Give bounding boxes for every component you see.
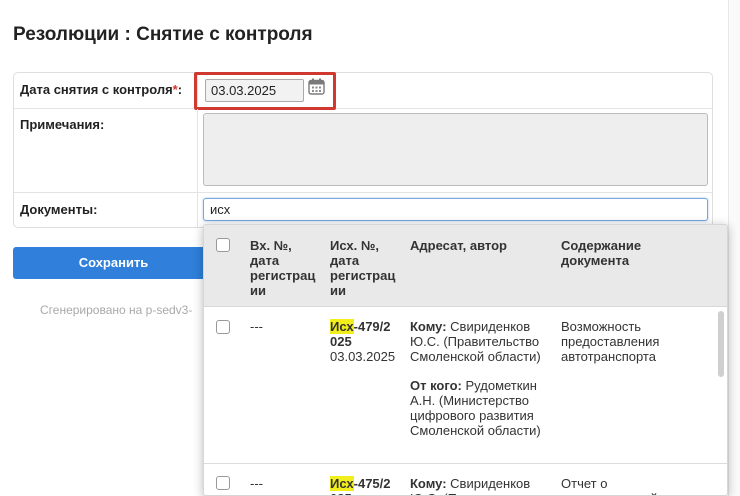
row-checkbox[interactable]	[216, 320, 230, 334]
col-addressee: Адресат, автор	[410, 238, 507, 253]
documents-label: Документы:	[20, 202, 98, 217]
date-row: Дата снятия с контроля*:	[14, 72, 712, 110]
row-incoming: ---	[250, 476, 263, 491]
resolution-form: Дата снятия с контроля*: Примечания: Док…	[13, 72, 713, 228]
col-incoming: Вх. №, дата регистрац ии	[250, 238, 316, 298]
documents-search-input[interactable]	[203, 198, 708, 221]
row-content: Отчет о международной	[561, 476, 658, 495]
row-outgoing: Исх-475/2 025	[330, 476, 391, 495]
documents-row: Документы:	[14, 193, 712, 227]
window-edge	[728, 0, 740, 496]
dropdown-scrollbar[interactable]	[718, 311, 724, 377]
date-input[interactable]	[205, 79, 304, 102]
search-match: Исх	[330, 319, 354, 334]
notes-label: Примечания:	[20, 117, 105, 132]
row-addressee: Кому: Свириденков Ю.С. (Правительство	[410, 476, 539, 495]
dropdown-header: Вх. №, дата регистрац ии Исх. №, дата ре…	[204, 225, 727, 307]
row-incoming: ---	[250, 319, 263, 334]
documents-dropdown: Вх. №, дата регистрац ии Исх. №, дата ре…	[203, 224, 728, 496]
result-row[interactable]: --- Исх-479/2 025 03.03.2025 Кому: Свирид…	[204, 307, 727, 463]
save-button[interactable]: Сохранить	[13, 247, 214, 279]
result-row[interactable]: --- Исх-475/2 025 Кому: Свириденков Ю.С.…	[204, 463, 727, 495]
row-outgoing-date: 03.03.2025	[330, 349, 396, 364]
date-label: Дата снятия с контроля*:	[20, 82, 183, 97]
col-content: Содержание документа	[561, 238, 642, 268]
notes-row: Примечания:	[14, 109, 712, 193]
select-all-checkbox[interactable]	[216, 238, 230, 252]
search-match: Исх	[330, 476, 354, 491]
row-content: Возможность предоставления автотранспорт…	[561, 319, 660, 364]
row-outgoing: Исх-479/2 025 03.03.2025	[330, 319, 396, 364]
row-addressee: Кому: Свириденков Ю.С. (Правительство См…	[410, 319, 541, 438]
notes-textarea[interactable]	[203, 113, 708, 186]
col-outgoing: Исх. №, дата регистрац ии	[330, 238, 396, 298]
page-title: Резолюции : Снятие с контроля	[13, 24, 313, 45]
generated-footer: Сгенерировано на p-sedv3-	[40, 303, 193, 317]
calendar-icon[interactable]	[308, 78, 325, 95]
row-checkbox[interactable]	[216, 476, 230, 490]
